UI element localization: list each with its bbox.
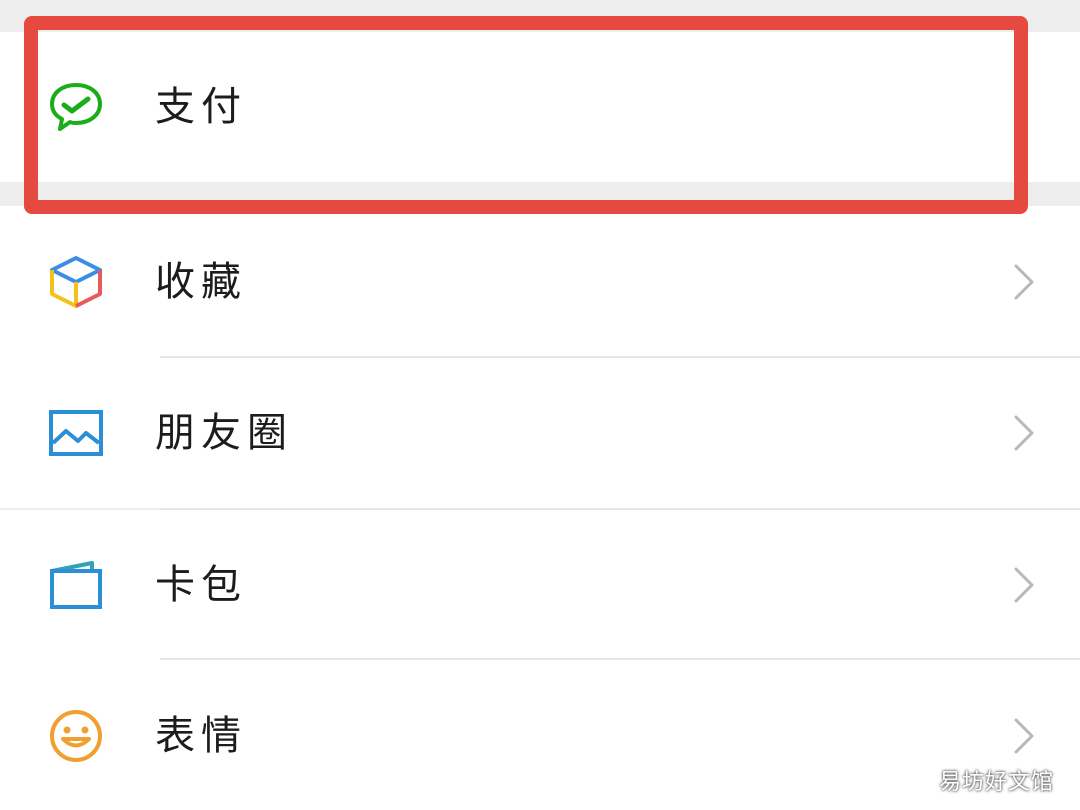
menu-item-label: 朋友圈 <box>155 410 293 456</box>
chevron-right-icon <box>1012 716 1036 756</box>
moments-picture-icon <box>46 403 106 463</box>
menu-item-favorites[interactable]: 收藏 <box>0 206 1080 358</box>
favorites-cube-icon <box>46 252 106 312</box>
chevron-right-icon <box>1012 262 1036 302</box>
wechat-me-menu: 支付 收藏 朋友圈 卡包 表情 易坊好文馆 <box>0 0 1080 810</box>
sticker-smiley-icon <box>46 706 106 766</box>
chevron-right-icon <box>1012 565 1036 605</box>
card-wallet-icon <box>46 555 106 615</box>
highlight-box <box>24 16 1028 214</box>
menu-item-label: 表情 <box>155 713 247 759</box>
menu-item-label: 卡包 <box>155 562 247 608</box>
menu-item-stickers[interactable]: 表情 <box>0 660 1080 810</box>
menu-item-card-wallet[interactable]: 卡包 <box>0 510 1080 660</box>
chevron-right-icon <box>1012 413 1036 453</box>
watermark: 易坊好文馆 <box>938 770 1054 795</box>
menu-item-moments[interactable]: 朋友圈 <box>0 358 1080 508</box>
menu-item-label: 收藏 <box>155 259 247 305</box>
